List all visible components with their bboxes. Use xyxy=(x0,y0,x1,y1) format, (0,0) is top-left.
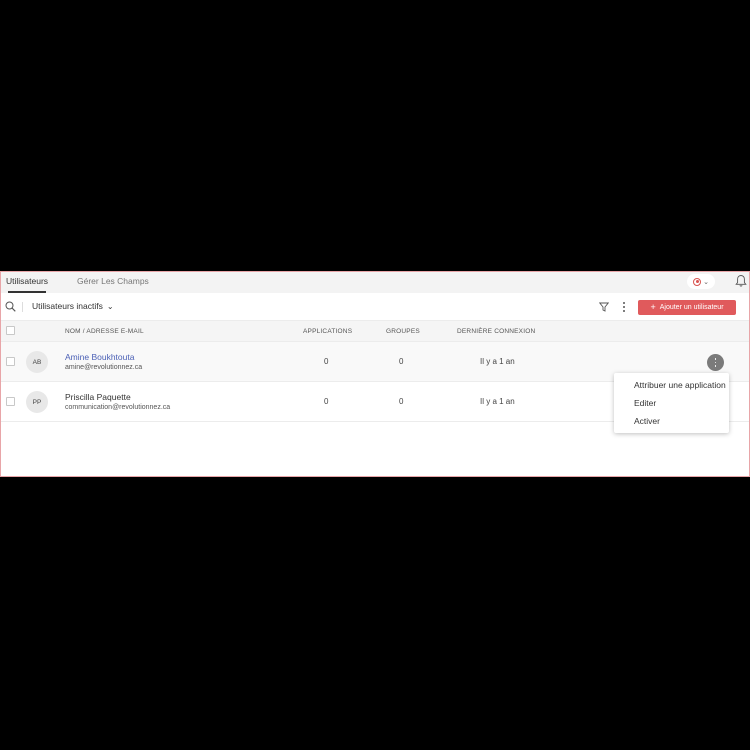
plus-icon: + xyxy=(650,302,656,312)
user-status-filter[interactable]: Utilisateurs inactifs ⌄ xyxy=(32,301,114,311)
chevron-down-icon: ⌄ xyxy=(703,278,709,286)
row-actions-icon[interactable] xyxy=(707,354,724,371)
column-header-groups[interactable]: GROUPES xyxy=(386,328,420,335)
groups-count: 0 xyxy=(399,357,404,366)
last-login: Il y a 1 an xyxy=(480,397,515,406)
user-name-link[interactable]: Amine Boukhtouta xyxy=(65,352,134,362)
column-header-applications[interactable]: APPLICATIONS xyxy=(303,328,352,335)
avatar: AB xyxy=(26,351,48,373)
last-login: Il y a 1 an xyxy=(480,357,515,366)
add-user-button[interactable]: + Ajouter un utilisateur xyxy=(638,300,736,315)
toolbar: Utilisateurs inactifs ⌄ + Ajouter un uti… xyxy=(1,293,749,320)
chevron-down-icon: ⌄ xyxy=(106,301,114,311)
menu-item-activate[interactable]: Activer xyxy=(634,416,660,426)
applications-count: 0 xyxy=(324,357,329,366)
menu-item-assign-application[interactable]: Attribuer une application xyxy=(634,380,726,390)
tab-bar: Utilisateurs Gérer Les Champs ⌄ xyxy=(1,272,749,293)
filter-funnel-icon[interactable] xyxy=(599,302,609,312)
add-user-button-label: Ajouter un utilisateur xyxy=(659,304,724,311)
table-header: NOM / ADRESSE E-MAIL APPLICATIONS GROUPE… xyxy=(1,320,749,342)
record-icon xyxy=(693,277,702,286)
record-menu-button[interactable]: ⌄ xyxy=(687,274,715,289)
row-checkbox[interactable] xyxy=(6,397,15,406)
user-status-filter-label: Utilisateurs inactifs xyxy=(32,301,103,311)
toolbar-divider xyxy=(22,302,23,312)
menu-item-edit[interactable]: Editer xyxy=(634,398,656,408)
column-header-name[interactable]: NOM / ADRESSE E-MAIL xyxy=(65,328,144,335)
row-checkbox[interactable] xyxy=(6,357,15,366)
tab-manage-fields[interactable]: Gérer Les Champs xyxy=(77,276,149,293)
search-icon[interactable] xyxy=(5,301,16,312)
avatar: PP xyxy=(26,391,48,413)
more-options-icon[interactable] xyxy=(621,302,627,312)
row-actions-menu: Attribuer une application Editer Activer xyxy=(614,373,729,433)
user-name[interactable]: Priscilla Paquette xyxy=(65,392,131,402)
column-header-last-login[interactable]: DERNIÈRE CONNEXION xyxy=(457,328,535,335)
applications-count: 0 xyxy=(324,397,329,406)
user-email: communication@revolutionnez.ca xyxy=(65,404,171,411)
tab-users[interactable]: Utilisateurs xyxy=(6,276,48,293)
groups-count: 0 xyxy=(399,397,404,406)
select-all-checkbox[interactable] xyxy=(6,326,15,335)
user-email: amine@revolutionnez.ca xyxy=(65,364,143,371)
bell-icon[interactable] xyxy=(735,274,747,288)
